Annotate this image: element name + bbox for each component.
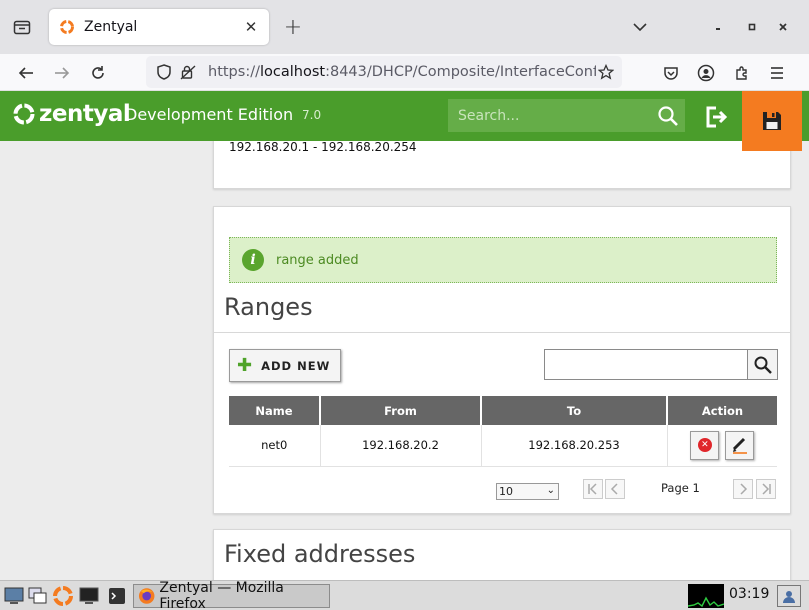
browser-tab-bar: Zentyal ✕ + (0, 0, 809, 54)
edit-button[interactable] (725, 430, 755, 460)
zentyal-header: zentyal Development Edition 7.0 Search..… (0, 91, 809, 141)
tracking-shield-icon[interactable] (154, 62, 174, 82)
column-header-to: To (481, 396, 668, 425)
zentyal-logo[interactable]: zentyal (12, 101, 131, 127)
tab-overview-icon[interactable] (8, 13, 36, 41)
column-header-name: Name (229, 396, 321, 425)
cell-actions: ✕ (667, 425, 777, 467)
account-icon[interactable] (692, 59, 720, 87)
version-label: 7.0 (302, 108, 322, 122)
zentyal-favicon-icon (59, 19, 75, 35)
delete-icon: ✕ (697, 438, 712, 453)
next-page-icon[interactable] (733, 479, 753, 499)
available-range-text: 192.168.20.1 - 192.168.20.254 (229, 140, 417, 154)
show-desktop-icon[interactable] (3, 585, 25, 607)
ranges-card: i range added Ranges ✚ ADD NEW Name From… (213, 206, 791, 514)
menu-hamburger-icon[interactable] (763, 59, 791, 87)
back-icon[interactable] (12, 59, 40, 87)
column-header-from: From (320, 396, 482, 425)
user-menu-icon[interactable] (777, 585, 801, 607)
browser-tab-zentyal[interactable]: Zentyal ✕ (49, 9, 269, 45)
first-page-icon[interactable] (583, 479, 603, 499)
new-tab-icon[interactable]: + (280, 14, 306, 40)
table-search (544, 349, 778, 380)
desktop-taskbar: Zentyal — Mozilla Firefox 03:19 (0, 580, 809, 610)
success-message-text: range added (276, 252, 359, 268)
taskbar-window-label: Zentyal — Mozilla Firefox (159, 580, 284, 610)
edition-label: Development Edition (125, 105, 294, 124)
cell-name: net0 (229, 425, 321, 467)
global-search-input[interactable]: Search... (448, 99, 651, 132)
zentyal-logo-icon (13, 103, 35, 125)
delete-button[interactable]: ✕ (690, 430, 720, 460)
close-window-icon[interactable] (772, 16, 794, 38)
bookmark-star-icon[interactable] (596, 62, 616, 82)
edit-pencil-icon (732, 438, 747, 455)
page-indicator: Page 1 (661, 481, 700, 495)
logout-icon[interactable] (703, 103, 731, 131)
add-new-label: ADD NEW (261, 358, 331, 373)
success-message: i range added (229, 237, 777, 283)
browser-nav-bar: https://localhost:8443/DHCP/Composite/In… (0, 54, 809, 91)
last-page-icon[interactable] (756, 479, 776, 499)
fixed-addresses-card: Fixed addresses (213, 529, 791, 580)
ranges-table: Name From To Action net0 192.168.20.2 19… (229, 396, 777, 467)
info-icon: i (242, 249, 264, 271)
plus-icon: ✚ (237, 354, 253, 376)
page-size-value: 10 (499, 485, 513, 498)
table-row: net0 192.168.20.2 192.168.20.253 ✕ (229, 425, 777, 467)
terminal-app-icon[interactable] (106, 585, 128, 607)
fixed-addresses-title: Fixed addresses (224, 540, 416, 568)
firefox-icon (138, 588, 155, 604)
terminal-icon[interactable] (78, 585, 100, 607)
column-header-action: Action (667, 396, 777, 425)
chevron-down-icon: ⌄ (546, 485, 555, 496)
section-divider (214, 332, 790, 333)
cell-to: 192.168.20.253 (481, 425, 668, 467)
page-content: 192.168.20.1 - 192.168.20.254 i range ad… (0, 91, 809, 580)
cpu-monitor-graph (687, 584, 725, 608)
page-size-select[interactable]: 10 ⌄ (496, 483, 559, 500)
minimize-icon[interactable] (707, 16, 729, 38)
previous-page-icon[interactable] (605, 479, 625, 499)
global-search: Search... (448, 99, 685, 132)
save-changes-button[interactable] (742, 91, 802, 151)
tab-close-icon[interactable]: ✕ (243, 18, 259, 36)
window-switcher-icon[interactable] (27, 585, 49, 607)
save-floppy-icon (763, 112, 781, 130)
table-header-row: Name From To Action (229, 396, 777, 425)
add-new-button[interactable]: ✚ ADD NEW (229, 349, 341, 382)
cell-from: 192.168.20.2 (320, 425, 482, 467)
ranges-title: Ranges (224, 293, 313, 321)
table-search-icon[interactable] (748, 349, 778, 380)
zentyal-launcher-icon[interactable] (52, 585, 74, 607)
search-icon[interactable] (651, 99, 685, 132)
tab-list-chevron-icon[interactable] (629, 16, 651, 38)
url-bar[interactable]: https://localhost:8443/DHCP/Composite/In… (146, 56, 622, 88)
insecure-lock-icon[interactable] (178, 62, 198, 82)
table-search-input[interactable] (544, 349, 748, 380)
taskbar-firefox-window[interactable]: Zentyal — Mozilla Firefox (133, 580, 330, 610)
logo-wordmark: zentyal (39, 101, 131, 127)
tab-title: Zentyal (84, 19, 138, 35)
reload-icon[interactable] (84, 59, 112, 87)
forward-icon[interactable] (48, 59, 76, 87)
url-text: https://localhost:8443/DHCP/Composite/In… (208, 64, 612, 80)
pocket-icon[interactable] (657, 59, 685, 87)
clock: 03:19 (729, 586, 770, 602)
maximize-icon[interactable] (741, 16, 763, 38)
extensions-icon[interactable] (728, 59, 756, 87)
